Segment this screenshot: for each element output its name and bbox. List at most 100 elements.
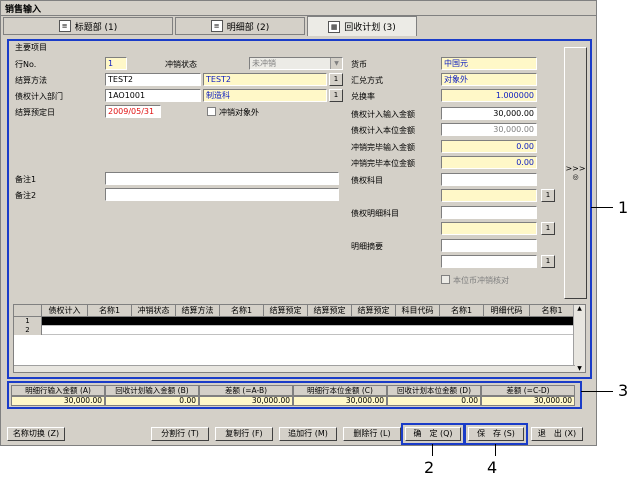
settlement-method-name-field: TEST2 — [203, 73, 327, 86]
base-offset-check-label: 本位币冲销核对 — [453, 276, 509, 285]
tab-collection-plan[interactable]: ▦ 回收计划 (3) — [307, 16, 417, 36]
callout-3-line — [581, 391, 613, 392]
summary-header-cell: 差额 (=C-D) — [481, 385, 575, 396]
grid-header: 债权计入 名称1 冲销状态 结算方法 名称1 结算预定 结算预定 结算预定 科目… — [14, 305, 575, 317]
add-row-button[interactable]: 追加行 (M) — [279, 427, 337, 441]
save-highlight — [464, 423, 528, 445]
expand-side-button[interactable]: >>> ◎ — [564, 47, 587, 299]
section-title: 主要项目 — [13, 42, 49, 53]
offset-target-exclude-label: 冲销对象外 — [219, 108, 259, 117]
settlement-method-label: 结算方法 — [15, 76, 47, 85]
grid-col-header[interactable]: 名称1 — [440, 305, 484, 317]
summary-header-cell: 回收计划本位金额 (D) — [387, 385, 481, 396]
summary-value: 30,000.00 — [293, 396, 387, 406]
remark2-label: 备注2 — [15, 191, 37, 200]
grid-col-header[interactable]: 结算方法 — [176, 305, 220, 317]
remark1-input[interactable] — [105, 172, 339, 185]
currency-label: 货币 — [351, 60, 367, 69]
calendar-icon: ▦ — [328, 20, 341, 33]
document-icon: ≡ — [210, 20, 223, 32]
grid-vertical-scrollbar[interactable]: ▲ ▼ — [573, 305, 585, 372]
table-row[interactable]: 2 — [14, 326, 575, 335]
receivable-base-amount-field: 30,000.00 — [441, 123, 537, 136]
settlement-date-input[interactable]: 2009/05/31 — [105, 105, 161, 118]
settlement-method-code-input[interactable]: TEST2 — [105, 73, 201, 86]
expand-arrows-icon: >>> — [565, 164, 586, 173]
chevron-down-icon[interactable]: ▼ — [330, 58, 342, 69]
window-title: 销售输入 — [5, 5, 42, 15]
row-no-label: 行No. — [15, 60, 37, 69]
exchange-rate-label: 兑换率 — [351, 92, 375, 101]
title-bar: 销售输入 — [1, 1, 596, 16]
grid-col-header[interactable]: 科目代码 — [396, 305, 440, 317]
offset-done-base-label: 冲销完毕本位金额 — [351, 159, 415, 168]
receivable-detail-account-label: 债权明细科目 — [351, 209, 399, 218]
row-no-field: 1 — [105, 57, 127, 70]
offset-done-input-label: 冲销完毕输入金额 — [351, 143, 415, 152]
exit-button[interactable]: 退 出 (X) — [531, 427, 583, 441]
summary-value: 30,000.00 — [11, 396, 105, 406]
offset-status-label: 冲销状态 — [165, 60, 197, 69]
grid-col-header[interactable]: 结算预定 — [352, 305, 396, 317]
receivable-dept-code-input[interactable]: 1AO1001 — [105, 89, 201, 102]
detail-summary-input[interactable] — [441, 239, 537, 252]
settlement-method-lookup-button[interactable]: 1 — [329, 73, 343, 86]
receivable-account-name-field — [441, 189, 537, 202]
receivable-detail-account-lookup-button[interactable]: 1 — [541, 222, 555, 235]
remark2-input[interactable] — [105, 188, 339, 201]
row-number: 2 — [14, 326, 42, 335]
offset-done-input-field: 0.00 — [441, 140, 537, 153]
settlement-date-label: 结算预定日 — [15, 108, 55, 117]
remark1-label: 备注1 — [15, 175, 37, 184]
delete-row-button[interactable]: 删除行 (L) — [343, 427, 401, 441]
offset-target-exclude-checkbox[interactable] — [207, 107, 216, 116]
callout-4: 4 — [487, 458, 498, 477]
tab-detail[interactable]: ≡ 明细部 (2) — [175, 17, 305, 35]
grid-col-header[interactable]: 结算预定 — [264, 305, 308, 317]
grid-col-header[interactable]: 名称1 — [88, 305, 132, 317]
confirm-highlight — [401, 423, 465, 445]
summary-panel: 明细行输入金额 (A) 回收计划输入金额 (B) 差额 (=A-B) 明细行本位… — [7, 381, 582, 409]
receivable-input-amount-input[interactable]: 30,000.00 — [441, 107, 537, 120]
sales-input-window: 销售输入 ≡ 标题部 (1) ≡ 明细部 (2) ▦ 回收计划 (3) 主要项目… — [0, 0, 597, 446]
table-row[interactable]: 1 — [14, 317, 575, 326]
grid-horizontal-scrollbar[interactable] — [14, 365, 575, 372]
grid-col-header[interactable]: 名称1 — [530, 305, 575, 317]
grid-col-header[interactable]: 名称1 — [220, 305, 264, 317]
detail-summary-label: 明细摘要 — [351, 242, 383, 251]
exchange-method-label: 汇兑方式 — [351, 76, 383, 85]
receivable-base-amount-label: 债权计入本位金额 — [351, 126, 415, 135]
split-row-button[interactable]: 分割行 (T) — [151, 427, 209, 441]
summary-header-cell: 回收计划输入金额 (B) — [105, 385, 199, 396]
copy-row-button[interactable]: 复制行 (F) — [215, 427, 273, 441]
callout-2: 2 — [424, 458, 435, 477]
detail-summary-lookup-button[interactable]: 1 — [541, 255, 555, 268]
scroll-down-icon[interactable]: ▼ — [574, 365, 585, 372]
offset-status-select[interactable]: 未冲销 ▼ — [249, 57, 343, 70]
receivable-detail-account-input[interactable] — [441, 206, 537, 219]
callout-2-line — [432, 444, 433, 456]
grid-col-header[interactable]: 冲销状态 — [132, 305, 176, 317]
name-switch-button[interactable]: 名称切换 (Z) — [7, 427, 65, 441]
receivable-account-label: 债权科目 — [351, 176, 383, 185]
summary-value: 0.00 — [387, 396, 481, 406]
receivable-dept-lookup-button[interactable]: 1 — [329, 89, 343, 102]
detail-summary-input-2[interactable] — [441, 255, 537, 268]
scroll-up-icon[interactable]: ▲ — [574, 305, 585, 312]
callout-3: 3 — [618, 381, 629, 400]
grid-col-header[interactable]: 债权计入 — [42, 305, 88, 317]
grid-col-header[interactable]: 结算预定 — [308, 305, 352, 317]
detail-grid[interactable]: 债权计入 名称1 冲销状态 结算方法 名称1 结算预定 结算预定 结算预定 科目… — [13, 304, 586, 373]
document-icon: ≡ — [58, 20, 71, 32]
summary-values: 30,000.00 0.00 30,000.00 30,000.00 0.00 … — [11, 396, 575, 406]
summary-header-cell: 明细行输入金额 (A) — [11, 385, 105, 396]
receivable-account-input[interactable] — [441, 173, 537, 186]
callout-1-line — [591, 207, 613, 208]
summary-header-cell: 差额 (=A-B) — [199, 385, 293, 396]
exchange-rate-field: 1.000000 — [441, 89, 537, 102]
base-offset-check-checkbox[interactable] — [441, 275, 450, 284]
receivable-dept-label: 债权计入部门 — [15, 92, 63, 101]
tab-header[interactable]: ≡ 标题部 (1) — [3, 17, 173, 35]
grid-col-header[interactable]: 明细代码 — [484, 305, 530, 317]
receivable-account-lookup-button[interactable]: 1 — [541, 189, 555, 202]
